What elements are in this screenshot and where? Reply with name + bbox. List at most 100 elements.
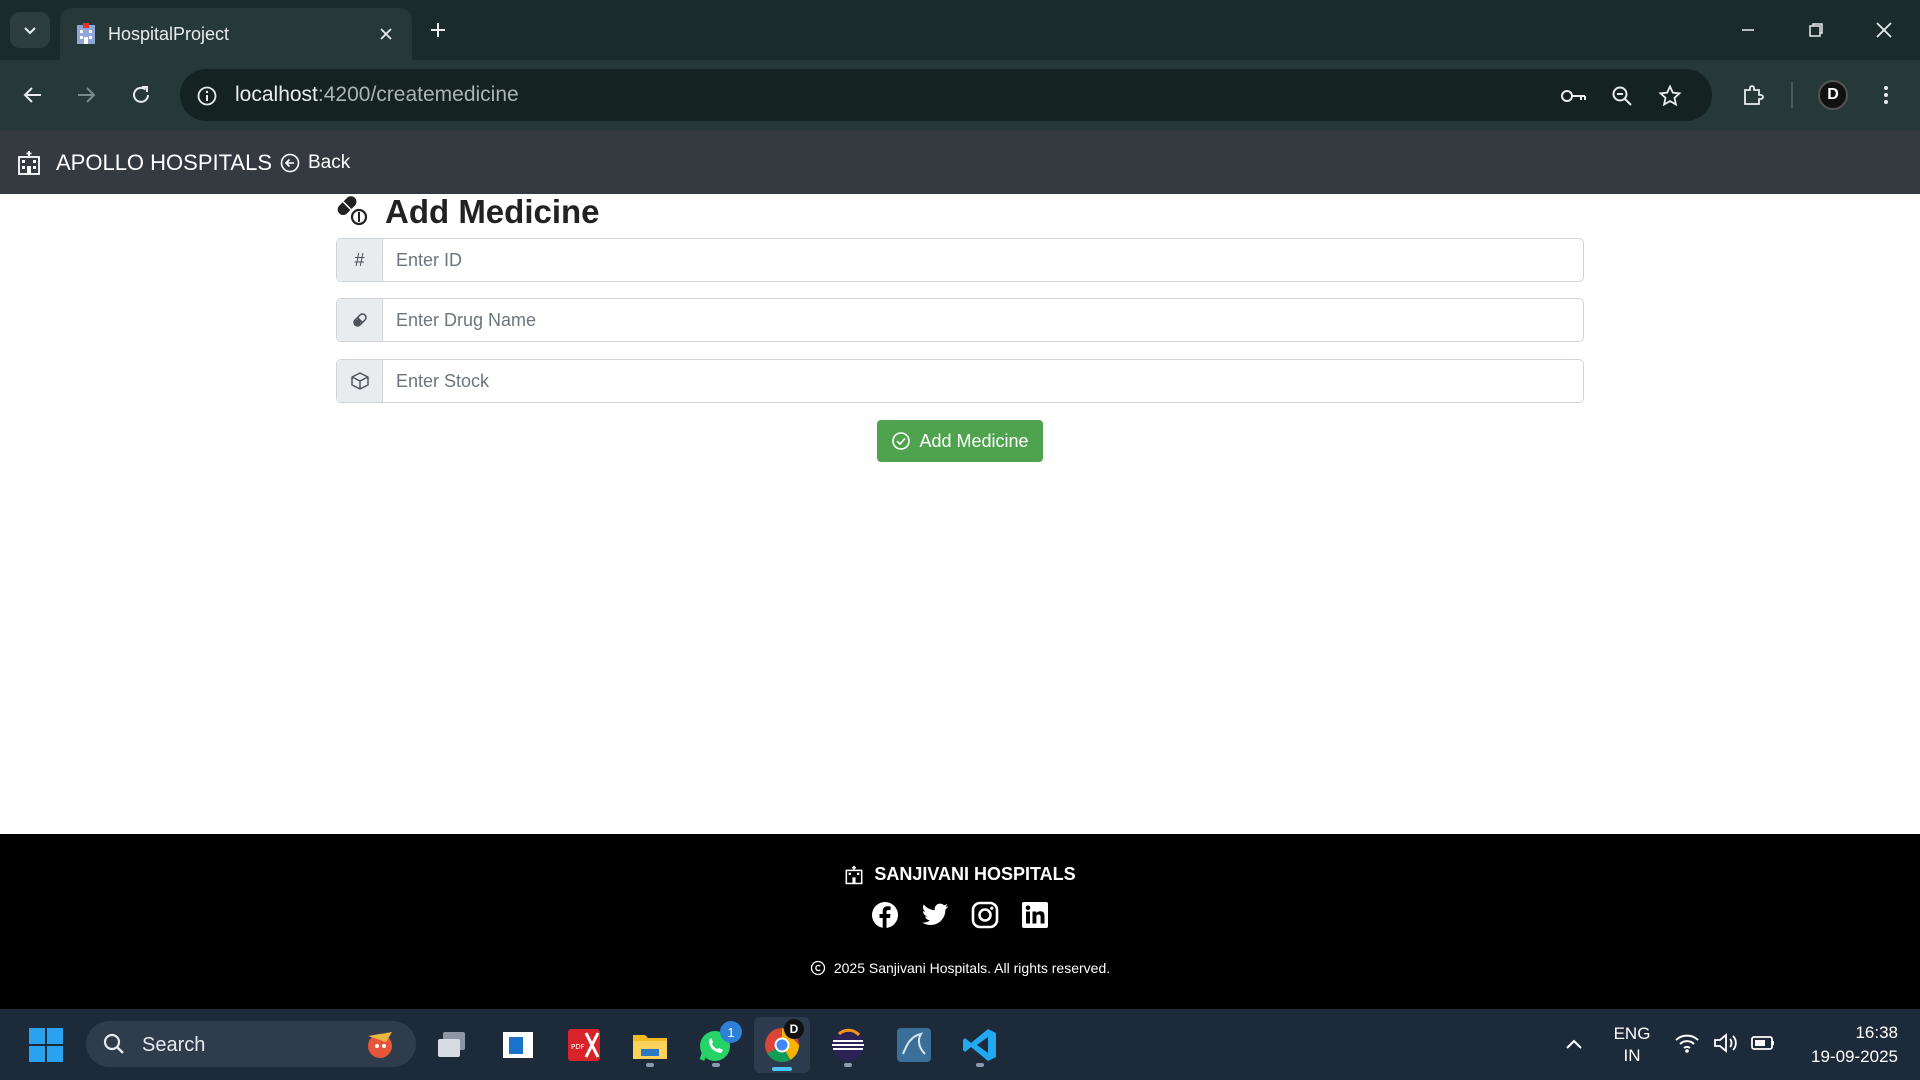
tab-search-button[interactable]	[10, 12, 50, 48]
instagram-link[interactable]	[970, 900, 1000, 930]
stock-input[interactable]	[383, 360, 1583, 402]
linkedin-icon	[1022, 902, 1048, 928]
more-vertical-icon	[1884, 86, 1888, 104]
running-indicator	[976, 1063, 984, 1067]
system-tray[interactable]	[1674, 1031, 1776, 1055]
box-addon	[337, 360, 383, 402]
add-medicine-button[interactable]: Add Medicine	[877, 420, 1043, 462]
pdf-app-button[interactable]: PDF	[560, 1021, 608, 1069]
footer-brand-name: SANJIVANI HOSPITALS	[874, 864, 1076, 884]
chevron-up-icon[interactable]	[1560, 1033, 1588, 1057]
vscode-button[interactable]	[956, 1021, 1004, 1069]
tab-title: HospitalProject	[108, 24, 230, 44]
svg-text:PDF: PDF	[571, 1043, 585, 1051]
restore-button[interactable]	[1788, 10, 1844, 50]
social-links	[0, 900, 1920, 930]
id-input-group: #	[336, 238, 1584, 282]
search-icon	[103, 1033, 124, 1054]
eclipse-icon	[832, 1028, 864, 1061]
minimize-button[interactable]	[1720, 10, 1776, 50]
linkedin-link[interactable]	[1020, 900, 1050, 930]
browser-tab-active[interactable]: HospitalProject	[60, 8, 412, 60]
password-key-icon[interactable]	[1558, 80, 1590, 112]
zoom-button[interactable]	[1606, 80, 1638, 112]
new-tab-button[interactable]	[424, 14, 452, 46]
eclipse-button[interactable]	[824, 1021, 872, 1069]
reload-icon	[133, 86, 149, 103]
copyright-text: 2025 Sanjivani Hospitals. All rights res…	[833, 960, 1111, 976]
stock-input-group	[336, 359, 1584, 403]
twitter-link[interactable]	[920, 900, 950, 930]
running-indicator	[844, 1063, 852, 1067]
taskbar-search[interactable]: Search	[86, 1021, 416, 1067]
store-app-button[interactable]	[494, 1021, 542, 1069]
address-bar[interactable]: localhost:4200/createmedicine	[180, 69, 1712, 121]
folder-icon	[633, 1035, 667, 1059]
app-navbar: APOLLO HOSPITALS Back	[0, 130, 1920, 194]
extensions-button[interactable]	[1733, 75, 1773, 115]
restore-icon	[1809, 23, 1823, 37]
window-app-icon	[503, 1032, 533, 1058]
browser-toolbar: localhost:4200/createmedicine D	[0, 60, 1920, 130]
arrow-right-icon	[78, 87, 96, 103]
back-nav-button[interactable]	[13, 75, 53, 115]
file-explorer-button[interactable]	[626, 1021, 674, 1069]
copyright-icon	[810, 960, 826, 976]
pdf-icon: PDF	[568, 1029, 600, 1061]
capsule-icon	[337, 196, 368, 226]
profile-avatar[interactable]: D	[1818, 80, 1848, 110]
site-info-button[interactable]	[192, 81, 222, 111]
toolbar-divider	[1791, 82, 1793, 108]
region-code: IN	[1623, 1046, 1641, 1065]
whatsapp-button[interactable]: 1	[692, 1021, 742, 1069]
facebook-link[interactable]	[870, 900, 900, 930]
language-indicator[interactable]: ENG IN	[1610, 1023, 1654, 1067]
notification-badge: 1	[720, 1021, 742, 1043]
arrow-left-circle-icon	[280, 153, 300, 173]
bookmark-button[interactable]	[1654, 80, 1686, 112]
mysql-workbench-icon	[897, 1028, 931, 1062]
forward-nav-button[interactable]	[66, 75, 106, 115]
footer-brand: SANJIVANI HOSPITALS	[0, 864, 1920, 885]
chrome-button[interactable]: D	[754, 1017, 810, 1073]
brand-name[interactable]: APOLLO HOSPITALS	[56, 150, 272, 176]
back-link[interactable]: Back	[280, 150, 350, 176]
close-icon	[380, 28, 392, 40]
hash-icon: #	[337, 239, 383, 281]
running-indicator	[712, 1063, 720, 1067]
arrow-left-icon	[23, 87, 41, 103]
wifi-icon	[1675, 1034, 1699, 1053]
copyright: 2025 Sanjivani Hospitals. All rights res…	[0, 960, 1920, 976]
mysql-workbench-button[interactable]	[890, 1021, 938, 1069]
drug-name-input[interactable]	[383, 299, 1583, 341]
active-indicator	[772, 1067, 792, 1071]
reload-button[interactable]	[121, 75, 161, 115]
task-view-button[interactable]	[428, 1021, 476, 1069]
tab-close-button[interactable]	[374, 22, 398, 46]
star-icon	[1658, 84, 1682, 107]
minimize-icon	[1742, 29, 1754, 31]
url-text[interactable]: localhost:4200/createmedicine	[235, 82, 519, 108]
capsule-icon	[352, 313, 367, 327]
volume-icon	[1714, 1033, 1737, 1053]
hospital-favicon-icon	[77, 23, 95, 44]
add-medicine-button-label: Add Medicine	[919, 430, 1029, 451]
browser-menu-button[interactable]	[1866, 75, 1906, 115]
page-title: Add Medicine	[385, 193, 600, 230]
site-footer: SANJIVANI HOSPITALS 2025 Sanjivani Hospi…	[0, 834, 1920, 1009]
puzzle-icon	[1744, 85, 1764, 105]
id-input[interactable]	[383, 239, 1583, 281]
hospital-icon	[845, 865, 863, 884]
task-view-icon	[438, 1032, 465, 1057]
drug-name-input-group	[336, 298, 1584, 342]
language-code: ENG	[1613, 1024, 1651, 1043]
profile-badge: D	[784, 1019, 804, 1039]
windows-start-icon[interactable]	[28, 1027, 64, 1063]
close-window-button[interactable]	[1856, 10, 1912, 50]
clock[interactable]: 16:38 19-09-2025	[1786, 1021, 1898, 1069]
key-icon	[1561, 90, 1586, 102]
os-taskbar: Search PDF 1 D ENG IN 16:38 19-09-2025	[0, 1009, 1920, 1080]
search-highlight-icon	[368, 1032, 392, 1058]
capsule-addon	[337, 299, 383, 341]
back-link-label: Back	[308, 152, 351, 173]
